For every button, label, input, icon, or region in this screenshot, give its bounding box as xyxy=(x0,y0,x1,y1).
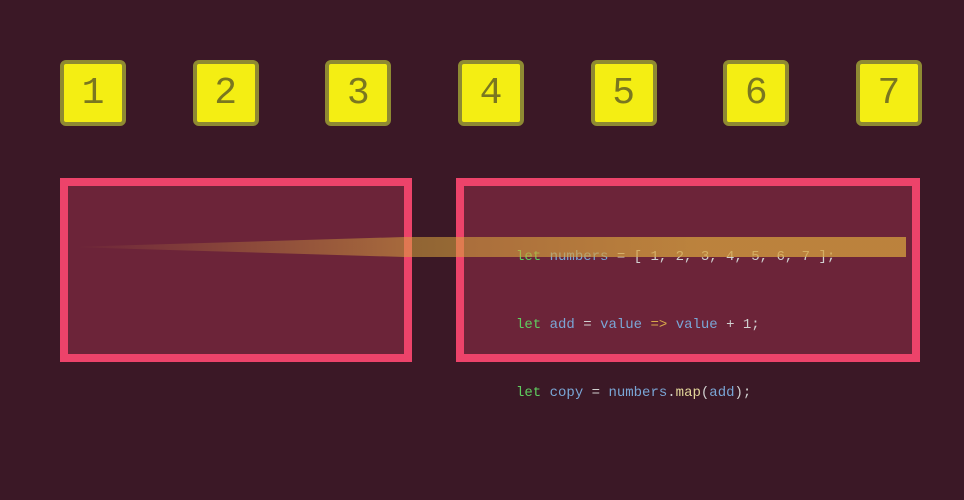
number-box-label: 1 xyxy=(82,72,105,115)
number-box: 6 xyxy=(723,60,789,126)
number-box-label: 2 xyxy=(214,72,237,115)
code-panel: let numbers = [ 1, 2, 3, 4, 5, 6, 7 ]; l… xyxy=(456,178,920,362)
identifier: value xyxy=(600,317,642,333)
code-text: = xyxy=(583,385,608,401)
number-box-label: 3 xyxy=(347,72,370,115)
identifier: add xyxy=(709,385,734,401)
output-panel xyxy=(60,178,412,362)
code-line-3: let copy = numbers.map(add); xyxy=(516,376,835,410)
keyword: let xyxy=(516,385,541,401)
identifier: copy xyxy=(550,385,584,401)
number-box: 5 xyxy=(591,60,657,126)
diagram-stage: 1 2 3 4 5 6 7 let numbers = [ 1, 2, 3, 4… xyxy=(0,0,964,500)
number-box-label: 7 xyxy=(878,72,901,115)
code-text: + 1; xyxy=(718,317,760,333)
number-boxes-row: 1 2 3 4 5 6 7 xyxy=(60,60,922,126)
number-box: 7 xyxy=(856,60,922,126)
identifier: numbers xyxy=(608,385,667,401)
number-box: 1 xyxy=(60,60,126,126)
code-text: ); xyxy=(735,385,752,401)
code-line-2: let add = value => value + 1; xyxy=(516,308,835,342)
identifier: value xyxy=(676,317,718,333)
number-box-label: 4 xyxy=(480,72,503,115)
number-box-label: 5 xyxy=(612,72,635,115)
number-box: 4 xyxy=(458,60,524,126)
arrow-op: => xyxy=(642,317,676,333)
code-text: . xyxy=(667,385,675,401)
function-call: map xyxy=(676,385,701,401)
number-box: 3 xyxy=(325,60,391,126)
keyword: let xyxy=(516,317,541,333)
number-box-label: 6 xyxy=(745,72,768,115)
code-text: = xyxy=(575,317,600,333)
number-box: 2 xyxy=(193,60,259,126)
identifier: add xyxy=(550,317,575,333)
